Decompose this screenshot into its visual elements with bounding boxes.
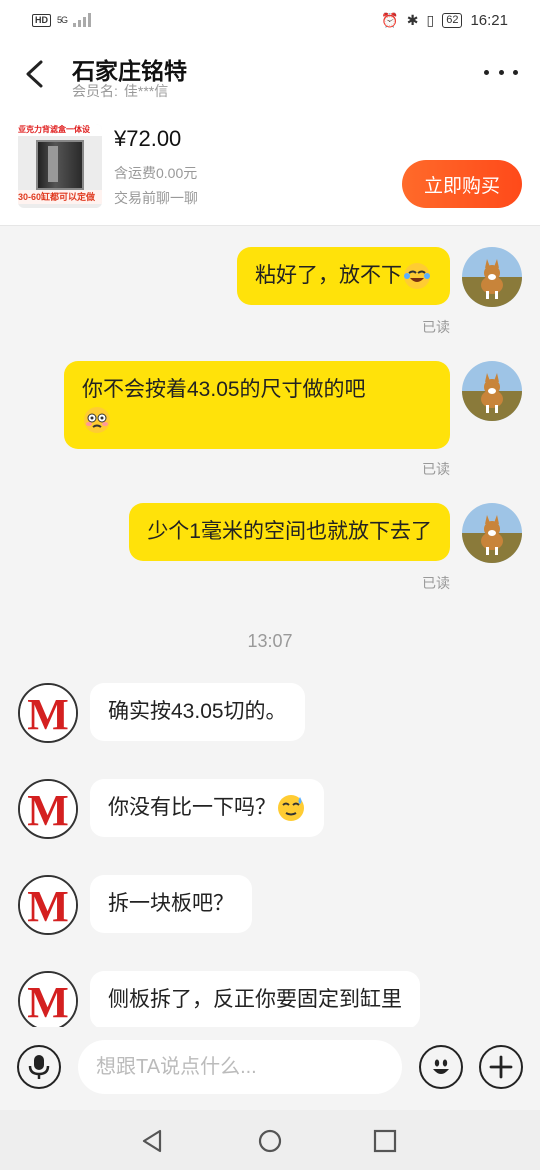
message-text: 少个1毫米的空间也就放下去了 [147, 520, 432, 543]
read-status: 已读 [422, 461, 450, 477]
smiley-icon [433, 1059, 449, 1074]
outgoing-message[interactable]: 你不会按着43.05的尺寸做的吧 [64, 361, 450, 450]
outgoing-message[interactable]: 少个1毫米的空间也就放下去了 [129, 503, 450, 561]
svg-text:M: M [27, 786, 69, 835]
corgi-avatar-icon [462, 503, 522, 563]
thumb-bottom-text: 30-60缸都可以定做 [18, 190, 102, 204]
member-label: 会员名: [72, 83, 118, 99]
incoming-message[interactable]: 侧板拆了，反正你要固定到缸里 [90, 971, 420, 1027]
shop-avatar[interactable]: M [18, 779, 78, 839]
chat-area[interactable]: 粘好了，放不下 已读 你不会按着43.05的尺寸做的吧 已读 少个1毫米的空间也… [0, 227, 540, 1027]
my-avatar[interactable] [462, 247, 522, 307]
nav-back-icon[interactable] [140, 1128, 166, 1154]
clock: 16:21 [470, 11, 508, 29]
timestamp: 13:07 [247, 631, 293, 651]
nav-home-icon[interactable] [257, 1128, 283, 1154]
signal-bars-icon [73, 13, 92, 27]
crying-laughing-emoji-icon [404, 263, 430, 290]
back-arrow-icon [26, 60, 43, 88]
my-avatar[interactable] [462, 503, 522, 563]
member-line: 会员名: 佳***信 [72, 81, 168, 101]
emoji-button[interactable] [419, 1045, 463, 1089]
message-text: 你没有比一下吗？ [108, 796, 276, 819]
more-icon-dot [513, 69, 518, 75]
shipping-note: 含运费0.00元 [114, 165, 198, 181]
buy-now-button[interactable]: 立即购买 [402, 160, 522, 208]
more-button[interactable] [484, 62, 518, 82]
m-logo-icon: M [20, 973, 76, 1027]
message-input[interactable] [78, 1040, 402, 1094]
read-status: 已读 [422, 575, 450, 591]
signal-icon: 5G [57, 15, 68, 25]
voice-button[interactable] [17, 1045, 61, 1089]
incoming-message[interactable]: 确实按43.05切的。 [90, 683, 305, 741]
thumb-top-text: 亚克力背滤盒一体设 [18, 124, 102, 136]
status-bar: HD 5G ⏰ ✱ ▯ 62 16:21 [0, 0, 540, 40]
status-right: ⏰ ✱ ▯ 62 16:21 [381, 12, 508, 29]
shop-avatar[interactable]: M [18, 875, 78, 935]
message-text: 拆一块板吧？ [108, 892, 234, 915]
chat-before-note: 交易前聊一聊 [114, 190, 198, 206]
alarm-icon: ⏰ [381, 11, 399, 28]
bluetooth-icon: ✱ [406, 11, 419, 28]
status-left: HD 5G [32, 13, 92, 27]
input-bar [0, 1027, 540, 1110]
m-logo-icon: M [20, 685, 76, 741]
outgoing-message[interactable]: 粘好了，放不下 [237, 247, 450, 306]
back-button[interactable] [18, 56, 50, 92]
more-icon-dot [498, 69, 504, 75]
plus-icon [489, 1055, 513, 1079]
incoming-message[interactable]: 拆一块板吧？ [90, 875, 252, 933]
microphone-icon [28, 1055, 50, 1079]
sweat-smile-emoji-icon [278, 795, 304, 822]
incoming-message[interactable]: 你没有比一下吗？ [90, 779, 324, 838]
plus-button[interactable] [479, 1045, 523, 1089]
m-logo-icon: M [20, 877, 76, 933]
product-card[interactable]: 亚克力背滤盒一体设 30-60缸都可以定做 ¥72.00 含运费0.00元 交易… [0, 108, 540, 226]
hd-indicator: HD [32, 13, 51, 27]
flushed-sweat-emoji-icon [84, 407, 110, 434]
member-name: 佳***信 [123, 83, 169, 99]
m-logo-icon: M [20, 781, 76, 837]
nav-recent-icon[interactable] [372, 1128, 398, 1154]
more-icon [484, 69, 489, 75]
my-avatar[interactable] [462, 361, 522, 421]
thumb-filter-box [36, 140, 84, 190]
product-price: ¥72.00 [114, 126, 182, 151]
message-text: 粘好了，放不下 [255, 264, 402, 287]
vibrate-icon: ▯ [426, 11, 435, 28]
system-nav-bar [0, 1110, 540, 1170]
corgi-avatar-icon [462, 247, 522, 307]
message-text: 确实按43.05切的。 [108, 700, 287, 723]
message-text: 你不会按着43.05的尺寸做的吧 [82, 378, 366, 401]
svg-text:M: M [27, 690, 69, 739]
battery-icon: 62 [442, 12, 463, 28]
shop-avatar[interactable]: M [18, 971, 78, 1027]
shop-avatar[interactable]: M [18, 683, 78, 743]
read-status: 已读 [422, 319, 450, 335]
product-thumbnail[interactable]: 亚克力背滤盒一体设 30-60缸都可以定做 [18, 124, 102, 208]
message-text: 侧板拆了，反正你要固定到缸里 [108, 988, 402, 1011]
thumb-filter-slot [48, 146, 58, 182]
chat-header: 石家庄铭特 会员名: 佳***信 [0, 40, 540, 108]
corgi-avatar-icon [462, 361, 522, 421]
svg-text:M: M [27, 882, 69, 931]
svg-text:M: M [27, 978, 69, 1027]
